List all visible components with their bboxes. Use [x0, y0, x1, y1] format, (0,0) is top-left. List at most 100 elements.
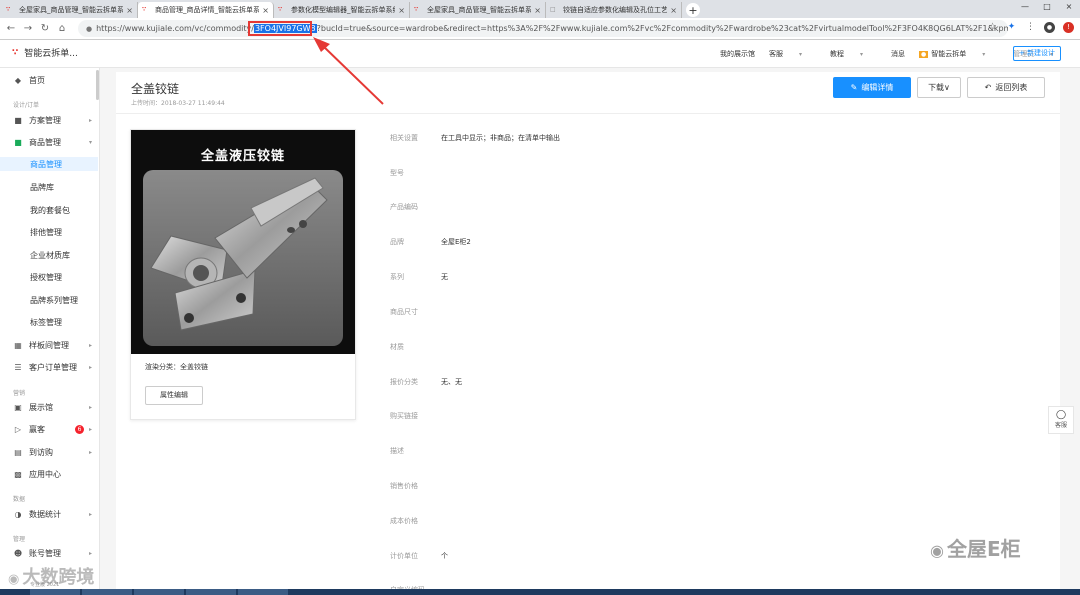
user-menu[interactable]: ● 智能云拆单 ▾ — [919, 49, 999, 59]
watermark-right-text: 全屋E柜 — [946, 537, 1021, 561]
maximize-icon[interactable]: □ — [1036, 0, 1058, 14]
sidebar-item-orders[interactable]: ☰ 客户订单管理 ▸ — [0, 360, 99, 374]
chevron-right-icon: ▸ — [88, 116, 92, 124]
browser-actions: ☆ ✦ ⋮ ● ! — [987, 22, 1074, 33]
chevron-down-icon: ▾ — [88, 138, 92, 146]
download-button[interactable]: 下载∨ — [917, 77, 961, 98]
chevron-right-icon: ▸ — [88, 341, 92, 349]
field-label: 成本价格 — [390, 517, 418, 525]
new-tab-button[interactable]: + — [686, 3, 700, 17]
sidebar-item-stats[interactable]: ◑ 数据统计 ▸ — [0, 507, 99, 521]
sidebar-subitem-packages[interactable]: 我的套餐包 — [0, 203, 98, 217]
new-design-button[interactable]: + 新建设计 — [1013, 46, 1061, 61]
edit-details-button[interactable]: ✎ 编辑详情 — [833, 77, 911, 98]
sidebar-item-apps[interactable]: ▩ 应用中心 — [0, 467, 99, 481]
extension-icon[interactable]: ✦ — [1006, 22, 1017, 33]
sidebar-item-home[interactable]: ◆ 首页 — [0, 73, 99, 87]
chevron-down-icon: ▾ — [860, 51, 864, 58]
close-icon[interactable]: × — [126, 6, 133, 15]
taskbar-item[interactable] — [82, 589, 132, 595]
browser-tab[interactable]: ∵ 全屋家具_商品管理_智能云拆单系统 × — [2, 2, 138, 18]
cart-icon: ▤ — [14, 447, 22, 457]
sidebar-item-products[interactable]: ■ 商品管理 ▾ — [0, 135, 99, 149]
layout-icon: ▦ — [14, 340, 22, 350]
minimize-icon[interactable]: — — [1014, 0, 1036, 14]
profile-avatar-icon[interactable]: ● — [1044, 22, 1055, 33]
customer-service-button[interactable]: ◯ 客服 — [1048, 406, 1074, 434]
taskbar-item[interactable] — [134, 589, 184, 595]
sidebar-subitem-exclusive[interactable]: 排他管理 — [0, 225, 98, 239]
taskbar-item[interactable] — [238, 589, 288, 595]
chevron-down-icon: ▾ — [982, 51, 986, 58]
field-value: 在工具中显示；非商品；在清单中输出 — [441, 134, 560, 142]
nav-tutorial[interactable]: 教程 ▾ — [830, 49, 877, 59]
sidebar-subitem-brand-library[interactable]: 品牌库 — [0, 180, 98, 194]
sidebar: ◆ 首页 设计/订单 ■ 方案管理 ▸ ■ 商品管理 ▾ 商品管理 品牌库 我的套餐包 排… — [0, 68, 100, 595]
browser-tab[interactable]: ∵ 参数化模型编辑器_智能云拆单系统 × — [274, 2, 410, 18]
sidebar-subitem-brand-series[interactable]: 品牌系列管理 — [0, 293, 98, 307]
sidebar-item-visits[interactable]: ▤ 到访购 ▸ — [0, 445, 99, 459]
star-icon[interactable]: ☆ — [987, 22, 998, 33]
sidebar-item-label: 到访购 — [29, 447, 53, 457]
browser-toolbar: ← → ↻ ⌂ ● https://www.kujiale.com/vc/com… — [0, 18, 1080, 40]
file-icon: ■ — [14, 115, 22, 125]
update-alert-icon[interactable]: ! — [1063, 22, 1074, 33]
megaphone-icon: ▷ — [14, 424, 22, 434]
close-icon[interactable]: × — [262, 6, 269, 15]
sidebar-subitem-authorization[interactable]: 授权管理 — [0, 270, 98, 284]
menu-dots-icon[interactable]: ⋮ — [1025, 22, 1036, 33]
url-input[interactable]: ● https://www.kujiale.com/vc/commodity/3… — [78, 20, 1008, 37]
nav-support-label: 客服 — [769, 50, 783, 58]
taskbar-item[interactable] — [186, 589, 236, 595]
list-icon: ☰ — [14, 362, 22, 372]
close-icon[interactable]: × — [398, 6, 405, 15]
browser-tab[interactable]: ∵ 全屋家具_商品管理_智能云拆单系统 × — [410, 2, 546, 18]
forward-arrow-icon[interactable]: → — [22, 23, 34, 34]
kujiale-favicon-icon: ∵ — [142, 6, 147, 13]
url-suffix: ?bucId=true&source=wardrobe&redirect=htt… — [316, 24, 1008, 33]
sidebar-item-label: 样板间管理 — [29, 340, 69, 350]
sidebar-subitem-tags[interactable]: 标签管理 — [0, 315, 98, 329]
sidebar-item-plans[interactable]: ■ 方案管理 ▸ — [0, 113, 99, 127]
sidebar-item-leads[interactable]: ▷ 赢客 6 ▸ — [0, 422, 99, 436]
close-icon[interactable]: × — [670, 6, 677, 15]
edit-button-label: 编辑详情 — [861, 83, 894, 92]
reload-icon[interactable]: ↻ — [39, 23, 51, 34]
app-header: ∵ 智能云拆单... 我的展示馆 客服 ▾ 教程 ▾ 消息 ● 智能云拆单 ▾ 管理员 ▾… — [0, 40, 1080, 68]
back-to-list-button[interactable]: ↶ 返回列表 — [967, 77, 1045, 98]
sidebar-item-gallery[interactable]: ▣ 展示馆 ▸ — [0, 400, 99, 414]
field-label: 购买链接 — [390, 412, 418, 420]
nav-support[interactable]: 客服 ▾ — [769, 49, 816, 59]
browser-tab[interactable]: □ 铰链自适应参数化编辑及孔位工艺 × — [546, 2, 682, 18]
edit-icon: ✎ — [850, 83, 858, 92]
watermark-right: ◉ 全屋E柜 — [930, 533, 1021, 562]
chevron-right-icon: ▸ — [88, 425, 92, 433]
sidebar-subitem-products[interactable]: 商品管理 — [0, 157, 98, 171]
wechat-icon: ◉ — [930, 541, 944, 560]
browser-tab-active[interactable]: ∵ 商品管理_商品详情_智能云拆单系统 × — [138, 2, 274, 18]
sidebar-item-label: 首页 — [29, 75, 45, 85]
close-window-icon[interactable]: × — [1058, 0, 1080, 14]
sidebar-item-showrooms[interactable]: ▦ 样板间管理 ▸ — [0, 338, 99, 352]
brand[interactable]: ∵ 智能云拆单... — [12, 46, 78, 60]
nav-messages[interactable]: 消息 — [891, 49, 905, 59]
chevron-right-icon: ▸ — [88, 403, 92, 411]
sidebar-item-label: 方案管理 — [29, 115, 61, 125]
field-value: 无 — [441, 273, 448, 281]
nav-showroom[interactable]: 我的展示馆 — [720, 49, 755, 59]
taskbar-item[interactable] — [30, 589, 80, 595]
kujiale-logo-icon: ∵ — [12, 47, 19, 58]
field-label: 材质 — [390, 343, 404, 351]
sidebar-item-accounts[interactable]: ☻ 账号管理 ▸ — [0, 546, 99, 560]
back-arrow-icon[interactable]: ← — [5, 23, 17, 34]
close-icon[interactable]: × — [534, 6, 541, 15]
watermark-logo-icon: ◉ — [8, 572, 20, 587]
sidebar-item-label: 数据统计 — [29, 509, 61, 519]
home-icon[interactable]: ⌂ — [56, 23, 68, 34]
chevron-right-icon: ▸ — [88, 549, 92, 557]
attribute-edit-button[interactable]: 属性编辑 — [145, 386, 203, 405]
field-label: 销售价格 — [390, 482, 418, 490]
field-label: 商品尺寸 — [390, 308, 418, 316]
sidebar-subitem-materials[interactable]: 企业材质库 — [0, 248, 98, 262]
cube-icon: ◆ — [14, 75, 22, 85]
